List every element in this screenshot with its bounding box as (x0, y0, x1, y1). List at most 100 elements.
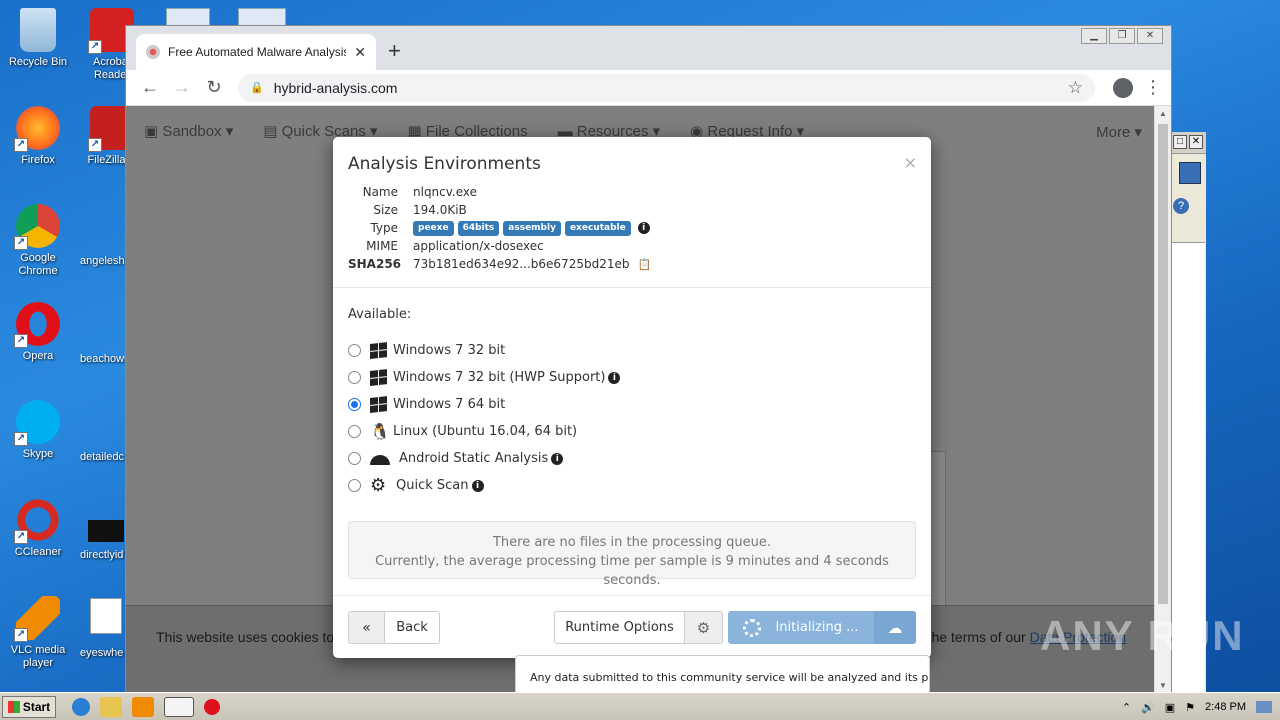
desktop-icon-skype[interactable]: ↗ Skype (0, 400, 76, 461)
maximize-icon[interactable]: □ (1173, 135, 1187, 149)
env-option-linux[interactable]: 🐧 Linux (Ubuntu 16.04, 64 bit) (348, 418, 620, 445)
nav-sandbox[interactable]: ▣ Sandbox ▾ (144, 122, 233, 140)
maximize-button[interactable]: ❐ (1109, 28, 1135, 44)
flag-icon[interactable]: ⚑ (1185, 701, 1195, 714)
recycle-bin-icon (20, 8, 56, 52)
initializing-button[interactable]: Initializing ... ☁ (728, 611, 916, 644)
page-scrollbar[interactable]: ▲ ▼ (1154, 106, 1171, 693)
tab-close-icon[interactable]: ✕ (354, 44, 366, 61)
tab-strip: Free Automated Malware Analysis S ✕ + ▁ … (126, 26, 1171, 70)
desktop-icon-vlc[interactable]: ↗ VLC media player (0, 596, 76, 670)
url-text: hybrid-analysis.com (273, 79, 398, 96)
system-tray: ⌃ 🔊 ▣ ⚑ 2:48 PM (1114, 693, 1280, 720)
explorer-icon[interactable] (100, 696, 122, 717)
window-controls: ▁ ❐ ✕ (1081, 28, 1163, 44)
vlc-icon: ↗ (14, 596, 60, 642)
env-option-win7-64[interactable]: Windows 7 64 bit (348, 391, 620, 418)
env-label: Windows 7 32 bit (HWP Support) (393, 370, 606, 385)
desktop-icon-ccleaner[interactable]: ↗ CCleaner (0, 498, 76, 559)
desktop-icon-label: Recycle Bin (8, 56, 68, 68)
divider (333, 595, 931, 596)
document-icon (238, 8, 286, 26)
desktop-icon-label: CCleaner (14, 546, 62, 558)
env-label: Windows 7 64 bit (393, 397, 506, 412)
browser-menu-icon[interactable]: ⋮ (1143, 77, 1163, 98)
watermark-logo: ANY RUN (1040, 612, 1245, 659)
info-icon[interactable]: i (551, 452, 564, 465)
chrome-icon: ↗ (14, 204, 60, 250)
desktop-icon-chrome[interactable]: ↗ Google Chrome (0, 204, 76, 278)
minimize-button[interactable]: ▁ (1081, 28, 1107, 44)
windows-flag-icon (7, 700, 20, 713)
env-option-android[interactable]: Android Static Analysis i (348, 445, 620, 472)
account-icon[interactable] (1113, 77, 1133, 98)
close-icon[interactable]: ✕ (1189, 135, 1203, 149)
firefox-icon: ↗ (14, 106, 60, 152)
bookmark-star-icon[interactable]: ☆ (1068, 78, 1083, 98)
divider (333, 287, 931, 288)
dialog-close-button[interactable]: × (904, 153, 917, 172)
tab-title: Free Automated Malware Analysis S (168, 45, 347, 59)
ie-icon[interactable] (72, 697, 90, 716)
env-option-win7-32-hwp[interactable]: Windows 7 32 bit (HWP Support) i (348, 364, 621, 391)
desktop-icon-partial[interactable]: angelesh (80, 255, 126, 268)
runtime-options-button[interactable]: Runtime Options ⚙ (554, 611, 723, 644)
env-label: Android Static Analysis (399, 451, 549, 466)
name-label: Name (362, 185, 398, 199)
gear-icon: ⚙ (370, 474, 387, 496)
info-icon[interactable]: i (637, 222, 650, 234)
network-icon[interactable]: ▣ (1165, 701, 1175, 714)
gear-icon: ⚙ (684, 612, 722, 643)
media-player-icon[interactable] (132, 696, 154, 717)
opera-icon: ↗ (14, 302, 60, 348)
back-button-label: Back (396, 620, 428, 635)
forward-arrow-icon[interactable]: → (166, 77, 198, 98)
volume-icon[interactable]: 🔊 (1141, 701, 1155, 714)
info-icon[interactable]: i (471, 479, 484, 492)
env-radio[interactable] (348, 425, 361, 438)
available-label: Available: (348, 307, 412, 322)
windows-icon (370, 341, 388, 359)
desktop-icon-partial[interactable]: detailedc (80, 451, 126, 464)
env-radio[interactable] (348, 371, 361, 384)
show-desktop-icon[interactable] (1256, 701, 1272, 713)
file-size: 194.0KiB (413, 203, 467, 217)
background-window: □ ✕ ? (1170, 132, 1206, 692)
env-radio[interactable] (348, 452, 361, 465)
desktop-icon-partial[interactable]: directlyid (80, 549, 126, 562)
search-icon[interactable] (1179, 162, 1201, 184)
scrollbar-thumb[interactable] (1158, 124, 1168, 604)
copy-clipboard-icon[interactable]: 📋 (637, 258, 651, 271)
env-option-win7-32[interactable]: Windows 7 32 bit (348, 337, 620, 364)
type-label: Type (370, 221, 398, 235)
desktop-icon-firefox[interactable]: ↗ Firefox (0, 106, 76, 167)
back-button[interactable]: « Back (348, 611, 440, 644)
close-window-button[interactable]: ✕ (1137, 28, 1163, 44)
analysis-environments-dialog: Analysis Environments × Name nlqncv.exe S… (333, 137, 931, 658)
submission-tooltip: Any data submitted to this community ser… (515, 655, 930, 695)
env-radio[interactable] (348, 344, 361, 357)
desktop-icon-partial[interactable]: beachowr (80, 353, 126, 366)
desktop-icon-partial[interactable]: eyeswhe (80, 647, 126, 660)
nav-more[interactable]: More ▾ (1096, 123, 1142, 141)
clock[interactable]: 2:48 PM (1205, 701, 1246, 713)
env-radio[interactable] (348, 479, 361, 492)
back-arrow-icon[interactable]: ← (134, 77, 166, 98)
info-icon[interactable]: i (608, 371, 621, 384)
start-button[interactable]: Start (2, 695, 56, 718)
address-bar[interactable]: 🔒 hybrid-analysis.com ☆ (238, 73, 1095, 102)
desktop-icon-recycle-bin[interactable]: Recycle Bin (0, 8, 76, 69)
file-type-badges: peexe 64bits assembly executable i (413, 220, 650, 236)
env-option-quick-scan[interactable]: ⚙ Quick Scan i (348, 472, 620, 499)
reload-icon[interactable]: ↻ (198, 77, 230, 98)
help-icon[interactable]: ? (1173, 198, 1189, 214)
browser-tab[interactable]: Free Automated Malware Analysis S ✕ (136, 34, 376, 70)
new-tab-button[interactable]: + (388, 38, 401, 64)
scroll-down-icon[interactable]: ▼ (1159, 681, 1167, 690)
opera-taskbar-icon[interactable] (204, 698, 220, 715)
env-radio[interactable] (348, 398, 361, 411)
chrome-taskbar-icon[interactable] (164, 696, 194, 717)
tray-expand-icon[interactable]: ⌃ (1122, 701, 1131, 714)
scroll-up-icon[interactable]: ▲ (1159, 109, 1167, 118)
desktop-icon-opera[interactable]: ↗ Opera (0, 302, 76, 363)
